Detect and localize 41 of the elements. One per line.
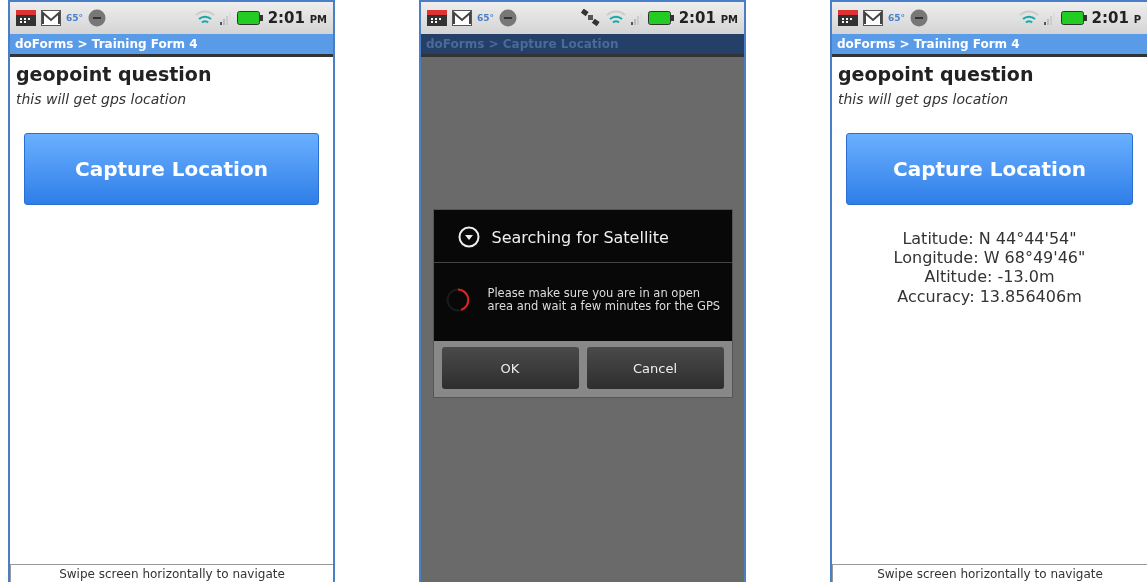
title-text: doForms > Training Form 4 <box>837 37 1020 51</box>
satellite-icon <box>580 9 601 27</box>
location-reading: Altitude: -13.0m <box>924 267 1055 287</box>
mail-icon <box>863 10 883 26</box>
question-title: geopoint question <box>838 63 1035 85</box>
calendar-icon <box>427 10 447 26</box>
calendar-icon <box>838 10 858 26</box>
mail-icon <box>452 10 472 26</box>
clock: 2:01 PM <box>678 9 738 27</box>
signal-icon <box>219 11 232 25</box>
circle-icon <box>88 9 107 27</box>
battery-icon <box>1060 11 1087 25</box>
mail-icon <box>41 10 61 26</box>
temperature: 65° <box>66 13 84 23</box>
location-reading: Accuracy: 13.856406m <box>897 286 1082 306</box>
question-hint: this will get gps location <box>16 91 188 107</box>
wifi-icon <box>605 10 626 26</box>
title-text: doForms > Training Form 4 <box>15 37 198 51</box>
signal-icon <box>630 11 643 25</box>
clock: 2:01 P <box>1091 9 1141 27</box>
signal-icon <box>1043 11 1056 25</box>
dialog-button[interactable]: Cancel <box>586 347 724 389</box>
question-hint: this will get gps location <box>838 91 1010 107</box>
battery-icon <box>236 11 263 25</box>
dialog-title: Searching for Satellite <box>491 227 669 247</box>
location-reading: Latitude: N 44°44'54" <box>902 229 1077 249</box>
temperature: 65° <box>888 13 906 23</box>
wifi-icon <box>194 10 215 26</box>
circle-icon <box>499 9 518 27</box>
dialog-button[interactable]: OK <box>441 347 579 389</box>
navigation-hint: Swipe screen horizontally to navigate <box>877 566 1103 581</box>
temperature: 65° <box>477 13 495 23</box>
clock: 2:01 PM <box>267 9 327 27</box>
dialog-message: Please make sure you are in an open area and wait a few minutes for the GPS <box>487 287 722 313</box>
question-title: geopoint question <box>16 63 213 85</box>
navigation-hint: Swipe screen horizontally to navigate <box>59 566 285 581</box>
battery-icon <box>647 11 674 25</box>
wifi-icon <box>1018 10 1039 26</box>
calendar-icon <box>16 10 36 26</box>
location-reading: Longitude: W 68°49'46" <box>893 248 1086 268</box>
circle-icon <box>910 9 929 27</box>
